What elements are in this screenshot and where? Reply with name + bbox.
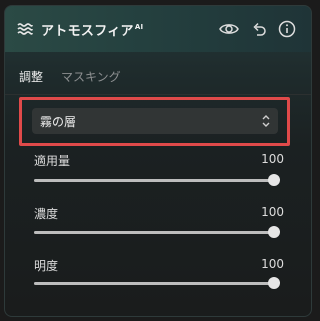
info-icon xyxy=(278,20,296,38)
preset-select[interactable]: 霧の層 xyxy=(32,108,278,134)
eye-icon xyxy=(219,24,239,34)
tab-masking[interactable]: マスキング xyxy=(61,68,121,85)
undo-icon xyxy=(253,22,266,36)
atmosphere-waves-icon xyxy=(17,23,33,35)
slider-label-brightness: 明度 xyxy=(34,259,59,273)
tab-adjust[interactable]: 調整 xyxy=(19,68,43,85)
chevron-up-down-icon xyxy=(262,115,270,127)
slider-value-brightness: 100 xyxy=(261,257,284,271)
slider-thumb-density[interactable] xyxy=(268,226,280,238)
slider-value-density: 100 xyxy=(261,205,284,219)
info-button[interactable] xyxy=(277,19,297,39)
visibility-toggle-button[interactable] xyxy=(219,19,239,39)
slider-fill-brightness xyxy=(34,282,274,285)
slider-label-density: 濃度 xyxy=(34,207,59,221)
slider-label-amount: 適用量 xyxy=(34,154,71,168)
slider-fill-density xyxy=(34,231,274,234)
slider-fill-amount xyxy=(34,179,274,182)
slider-thumb-brightness[interactable] xyxy=(268,277,280,289)
slider-track-density[interactable] xyxy=(34,226,280,238)
slider-value-amount: 100 xyxy=(261,152,284,166)
ai-badge: AI xyxy=(134,23,144,31)
panel-title: アトモスフィアAI xyxy=(41,23,144,39)
preset-select-value: 霧の層 xyxy=(40,115,77,129)
tab-bar: 調整 マスキング xyxy=(5,58,311,95)
panel-header: アトモスフィアAI xyxy=(5,6,311,52)
slider-track-brightness[interactable] xyxy=(34,277,280,289)
slider-track-amount[interactable] xyxy=(34,174,280,186)
reset-button[interactable] xyxy=(249,19,269,39)
slider-thumb-amount[interactable] xyxy=(268,174,280,186)
